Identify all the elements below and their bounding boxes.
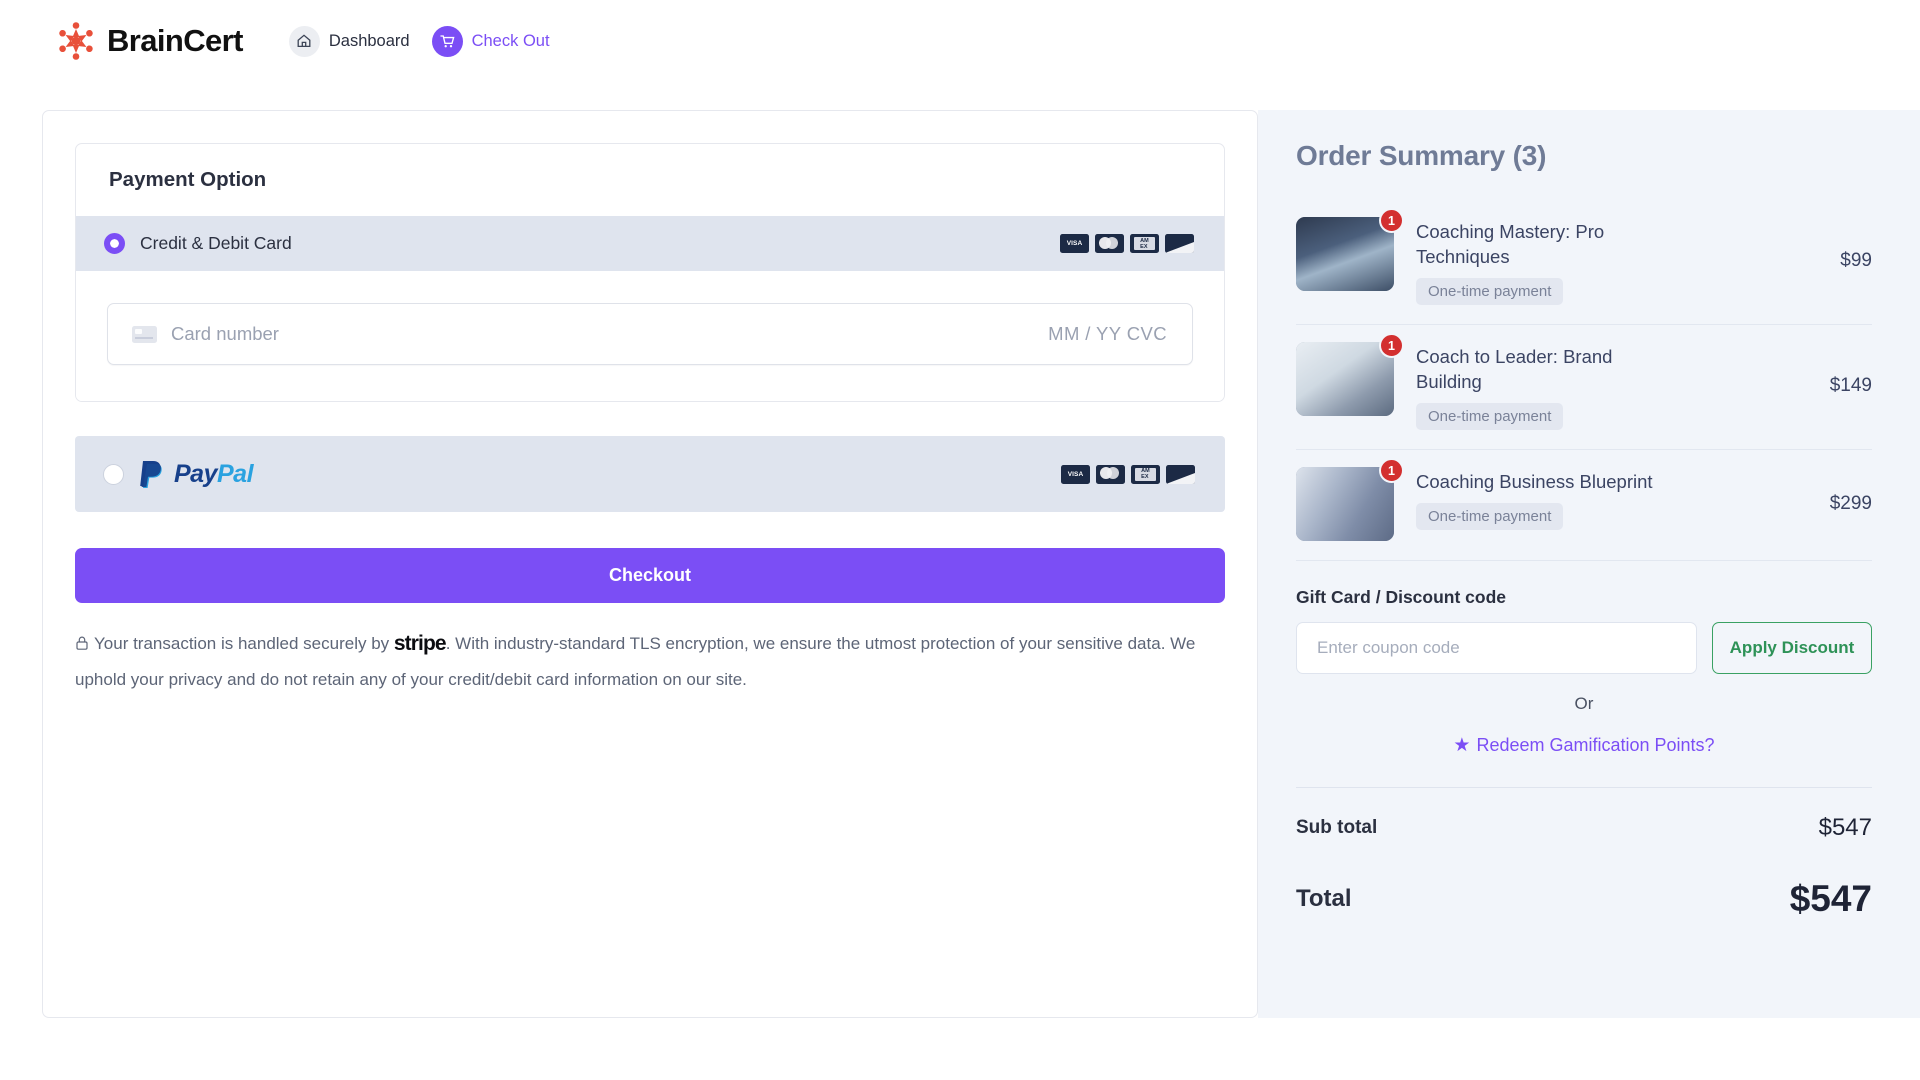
order-item-tag: One-time payment [1416,278,1563,305]
nav-item-dashboard[interactable]: Dashboard [289,26,410,57]
course-thumbnail-icon [1296,217,1394,291]
order-item-price: $149 [1820,375,1872,397]
payment-option-credit-card[interactable]: Credit & Debit Card VISA AMEX [76,216,1224,271]
card-number-placeholder: Card number [171,323,1048,345]
nav-label-checkout: Check Out [472,32,550,51]
credit-card-icon [132,326,157,343]
visa-icon: VISA [1061,465,1090,484]
mastercard-icon [1096,465,1125,484]
amex-icon: AMEX [1130,234,1159,253]
page-body: Payment Option Credit & Debit Card VISA … [0,82,1920,1080]
order-item: 1 Coach to Leader: Brand Building One-ti… [1296,325,1872,450]
order-item-tag: One-time payment [1416,503,1563,530]
nav-label-dashboard: Dashboard [329,32,410,51]
order-item-price: $299 [1820,493,1872,515]
order-item-name: Coaching Business Blueprint [1416,469,1676,494]
order-item-name: Coach to Leader: Brand Building [1416,344,1676,394]
coupon-code-input[interactable] [1296,622,1697,674]
quantity-badge: 1 [1379,333,1404,358]
subtotal-value: $547 [1819,814,1872,842]
card-expiry-cvc-placeholder: MM / YY CVC [1048,323,1167,345]
star-icon: ★ [1453,735,1470,756]
subtotal-row: Sub total $547 [1296,788,1872,842]
quantity-badge: 1 [1379,208,1404,233]
apply-discount-button[interactable]: Apply Discount [1712,622,1872,674]
card-brand-icons-paypal-row: VISA AMEX [1061,465,1195,484]
braincert-logo-icon [55,20,97,62]
redeem-label: Redeem Gamification Points? [1476,735,1714,755]
security-disclaimer: Your transaction is handled securely by … [75,627,1225,697]
payment-option-paypal[interactable]: PayPal VISA AMEX [75,436,1225,512]
nav-item-checkout[interactable]: Check Out [432,26,550,57]
payment-option-title: Payment Option [76,144,1224,216]
total-label: Total [1296,885,1352,913]
card-input-area: Card number MM / YY CVC [76,271,1224,401]
amex-icon: AMEX [1131,465,1160,484]
order-item-thumbnail-wrap: 1 [1296,467,1394,541]
order-summary-title: Order Summary (3) [1296,140,1872,172]
order-item: 1 Coaching Business Blueprint One-time p… [1296,450,1872,561]
order-item: 1 Coaching Mastery: Pro Techniques One-t… [1296,200,1872,325]
paypal-wordmark: PayPal [174,460,253,489]
checkout-button[interactable]: Checkout [75,548,1225,603]
order-summary-panel: Order Summary (3) 1 Coaching Mastery: Pr… [1258,110,1920,1018]
order-item-thumbnail-wrap: 1 [1296,342,1394,416]
brand-logo[interactable]: BrainCert [55,20,243,62]
top-header: BrainCert Dashboard Check Out [0,0,1920,82]
brand-name: BrainCert [107,23,243,59]
home-icon [289,26,320,57]
lock-icon [75,629,89,663]
order-item-tag: One-time payment [1416,403,1563,430]
visa-icon: VISA [1060,234,1089,253]
order-item-thumbnail-wrap: 1 [1296,217,1394,291]
disclaimer-text-before: Your transaction is handled securely by [94,634,389,653]
quantity-badge: 1 [1379,458,1404,483]
discover-icon [1166,465,1195,484]
radio-paypal[interactable] [103,464,124,485]
stripe-wordmark: stripe [394,632,446,655]
redeem-gamification-points-link[interactable]: ★ Redeem Gamification Points? [1296,734,1872,757]
total-row: Total $547 [1296,842,1872,920]
radio-credit-card[interactable] [104,233,125,254]
card-brand-icons-card-row: VISA AMEX [1060,234,1194,253]
total-value: $547 [1790,878,1872,920]
paypal-logo-icon: PayPal [139,459,253,489]
payment-option-card: Payment Option Credit & Debit Card VISA … [75,143,1225,402]
card-number-field[interactable]: Card number MM / YY CVC [107,303,1193,365]
payment-option-label-card: Credit & Debit Card [140,233,292,254]
mastercard-icon [1095,234,1124,253]
order-item-price: $99 [1830,250,1872,272]
order-item-name: Coaching Mastery: Pro Techniques [1416,219,1676,269]
payment-panel: Payment Option Credit & Debit Card VISA … [42,110,1258,1018]
discover-icon [1165,234,1194,253]
or-separator-label: Or [1296,694,1872,714]
discount-section: Gift Card / Discount code Apply Discount… [1296,561,1872,757]
cart-icon [432,26,463,57]
discount-section-title: Gift Card / Discount code [1296,587,1872,608]
course-thumbnail-icon [1296,342,1394,416]
main-nav: Dashboard Check Out [289,26,550,57]
course-thumbnail-icon [1296,467,1394,541]
subtotal-label: Sub total [1296,817,1377,839]
